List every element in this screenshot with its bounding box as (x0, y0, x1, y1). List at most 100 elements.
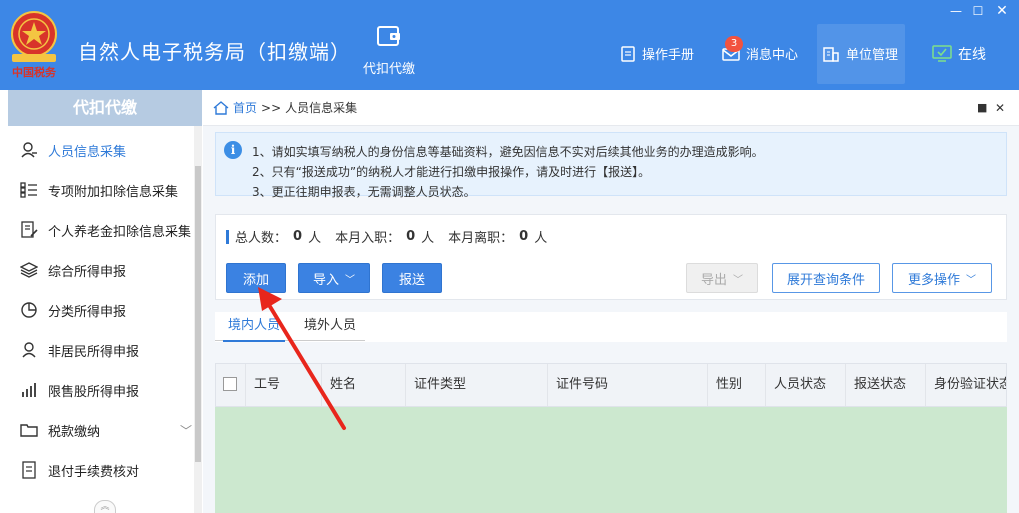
col-person-status[interactable]: 人员状态 (766, 364, 846, 406)
pie-chart-icon (21, 302, 37, 318)
left-value: 0 (519, 229, 529, 244)
wallet-icon (377, 26, 400, 46)
breadcrumb-current: 人员信息采集 (285, 101, 358, 115)
sidebar-item-label: 限售股所得申报 (48, 384, 140, 400)
import-button[interactable]: 导入 ﹀ (298, 263, 370, 293)
left-label: 本月离职： (448, 231, 514, 246)
sidebar-item-special-deduction[interactable]: 专项附加扣除信息采集 (8, 170, 194, 210)
user-outline-icon (22, 342, 36, 358)
joined-value: 0 (406, 229, 416, 244)
sidebar-scroll-thumb[interactable] (195, 166, 201, 462)
select-all-checkbox[interactable] (216, 364, 246, 406)
notice-line-1: 1、请如实填写纳税人的身份信息等基础资料，避免因信息不实对后续其他业务的办理造成… (252, 145, 764, 159)
chevron-down-icon: ﹀ (345, 274, 355, 286)
close-tab-icon[interactable]: ✕ (995, 101, 1005, 115)
layers-icon (20, 262, 38, 278)
personnel-tabs: 境内人员 境外人员 (215, 312, 1007, 342)
monitor-check-icon (932, 45, 952, 62)
col-identity-verify-status[interactable]: 身份验证状态 (926, 364, 1006, 406)
sidebar-item-non-resident-income[interactable]: 非居民所得申报 (8, 330, 194, 370)
col-id-type[interactable]: 证件类型 (406, 364, 548, 406)
online-status[interactable]: 在线 (932, 44, 986, 64)
export-button[interactable]: 导出 ﹀ (686, 263, 758, 293)
chevron-down-icon: ﹀ (966, 274, 976, 286)
sidebar-title: 代扣代缴 (8, 90, 202, 126)
notice-line-3: 3、更正往期申报表，无需调整人员状态。 (252, 185, 476, 199)
sidebar-item-refund-fee-check[interactable]: 退付手续费核对 (8, 450, 194, 490)
message-badge: 3 (725, 36, 743, 52)
breadcrumb: 首页 >> 人员信息采集 ■ ✕ (203, 90, 1019, 126)
nav-withholding[interactable]: 代扣代缴 (352, 24, 426, 77)
breadcrumb-separator: >> (261, 100, 282, 115)
col-gender[interactable]: 性别 (708, 364, 766, 406)
joined-unit: 人 (421, 231, 435, 246)
info-icon: i (224, 141, 242, 159)
user-icon (21, 142, 37, 158)
joined-label: 本月入职： (335, 231, 401, 246)
submit-button-label: 报送 (398, 272, 425, 288)
sidebar-item-restricted-shares[interactable]: 限售股所得申报 (8, 370, 194, 410)
logo-text: 中国税务 (12, 66, 56, 79)
manual-button[interactable]: 操作手册 (620, 44, 694, 63)
chevron-down-icon: ﹀ (179, 424, 192, 438)
restore-window-icon[interactable]: ■ (977, 101, 987, 114)
folder-icon (20, 424, 38, 437)
add-button-label: 添加 (242, 272, 269, 288)
expand-query-label: 展开查询条件 (786, 272, 865, 288)
manual-label: 操作手册 (642, 48, 695, 63)
breadcrumb-home[interactable]: 首页 (233, 99, 257, 116)
col-name[interactable]: 姓名 (322, 364, 406, 406)
close-icon[interactable]: ✕ (994, 4, 1010, 18)
personnel-table: 工号 姓名 证件类型 证件号码 性别 人员状态 报送状态 身份验证状态 (215, 363, 1007, 513)
tab-overseas[interactable]: 境外人员 (299, 312, 361, 342)
app-header: 中国税务 自然人电子税务局（扣缴端） 代扣代缴 操作手册 消息中心 3 单位管理… (0, 0, 1019, 90)
more-actions-button[interactable]: 更多操作 ﹀ (892, 263, 992, 293)
sidebar-item-label: 非居民所得申报 (48, 344, 140, 360)
nav-withholding-label: 代扣代缴 (362, 62, 415, 77)
sidebar-item-label: 专项附加扣除信息采集 (48, 184, 179, 200)
sidebar-item-label: 分类所得申报 (48, 304, 127, 320)
bar-chart-icon (22, 383, 36, 397)
maximize-icon[interactable]: ☐ (970, 4, 986, 18)
total-value: 0 (293, 229, 303, 244)
sidebar-scrollbar[interactable] (194, 126, 202, 513)
sidebar-item-label: 综合所得申报 (48, 264, 127, 280)
sidebar-item-pension-deduction[interactable]: 个人养老金扣除信息采集 (8, 210, 194, 250)
more-actions-label: 更多操作 (907, 272, 960, 288)
stats-accent-bar (226, 229, 229, 244)
document-edit-icon (21, 221, 38, 238)
document-icon (22, 461, 36, 479)
col-submit-status[interactable]: 报送状态 (846, 364, 926, 406)
unit-management-button[interactable]: 单位管理 (822, 44, 898, 63)
left-unit: 人 (534, 231, 548, 246)
notice-line-2: 2、只有“报送成功”的纳税人才能进行扣缴申报操作，请及时进行【报送】。 (252, 165, 651, 179)
app-title: 自然人电子税务局（扣缴端） (78, 40, 351, 64)
sidebar-item-comprehensive-income[interactable]: 综合所得申报 (8, 250, 194, 290)
add-button[interactable]: 添加 (226, 263, 286, 293)
tab-domestic[interactable]: 境内人员 (223, 312, 285, 342)
manual-icon (621, 45, 635, 62)
action-panel: 总人数： 0 人 本月入职： 0 人 本月离职： 0 人 添加 导入 ﹀ 报送 … (215, 214, 1007, 300)
sidebar-item-tax-payment[interactable]: 税款缴纳 ﹀ (8, 410, 194, 450)
minimize-icon[interactable]: — (948, 4, 964, 18)
sidebar-item-personnel-info[interactable]: 人员信息采集 (8, 130, 194, 170)
submit-button[interactable]: 报送 (382, 263, 442, 293)
double-chevron-up-icon[interactable]: ︽ (94, 500, 116, 513)
sidebar: 代扣代缴 人员信息采集 专项附加扣除信息采集 个人养老金扣除信息采集 综合所得申… (8, 90, 202, 513)
total-unit: 人 (308, 231, 322, 246)
import-button-label: 导入 (312, 272, 339, 288)
home-icon[interactable] (213, 100, 229, 115)
col-employee-id[interactable]: 工号 (246, 364, 322, 406)
sidebar-item-label: 人员信息采集 (48, 144, 127, 160)
sidebar-item-label: 税款缴纳 (48, 424, 101, 440)
total-label: 总人数： (235, 231, 288, 246)
expand-query-button[interactable]: 展开查询条件 (772, 263, 880, 293)
sidebar-item-category-income[interactable]: 分类所得申报 (8, 290, 194, 330)
table-body (215, 407, 1007, 513)
message-center-label: 消息中心 (746, 48, 799, 63)
sidebar-menu: 人员信息采集 专项附加扣除信息采集 个人养老金扣除信息采集 综合所得申报 分类所… (8, 130, 194, 490)
col-id-number[interactable]: 证件号码 (548, 364, 708, 406)
sidebar-item-label: 退付手续费核对 (48, 464, 140, 480)
online-label: 在线 (958, 47, 986, 63)
notice-box: i 1、请如实填写纳税人的身份信息等基础资料，避免因信息不实对后续其他业务的办理… (215, 132, 1007, 199)
